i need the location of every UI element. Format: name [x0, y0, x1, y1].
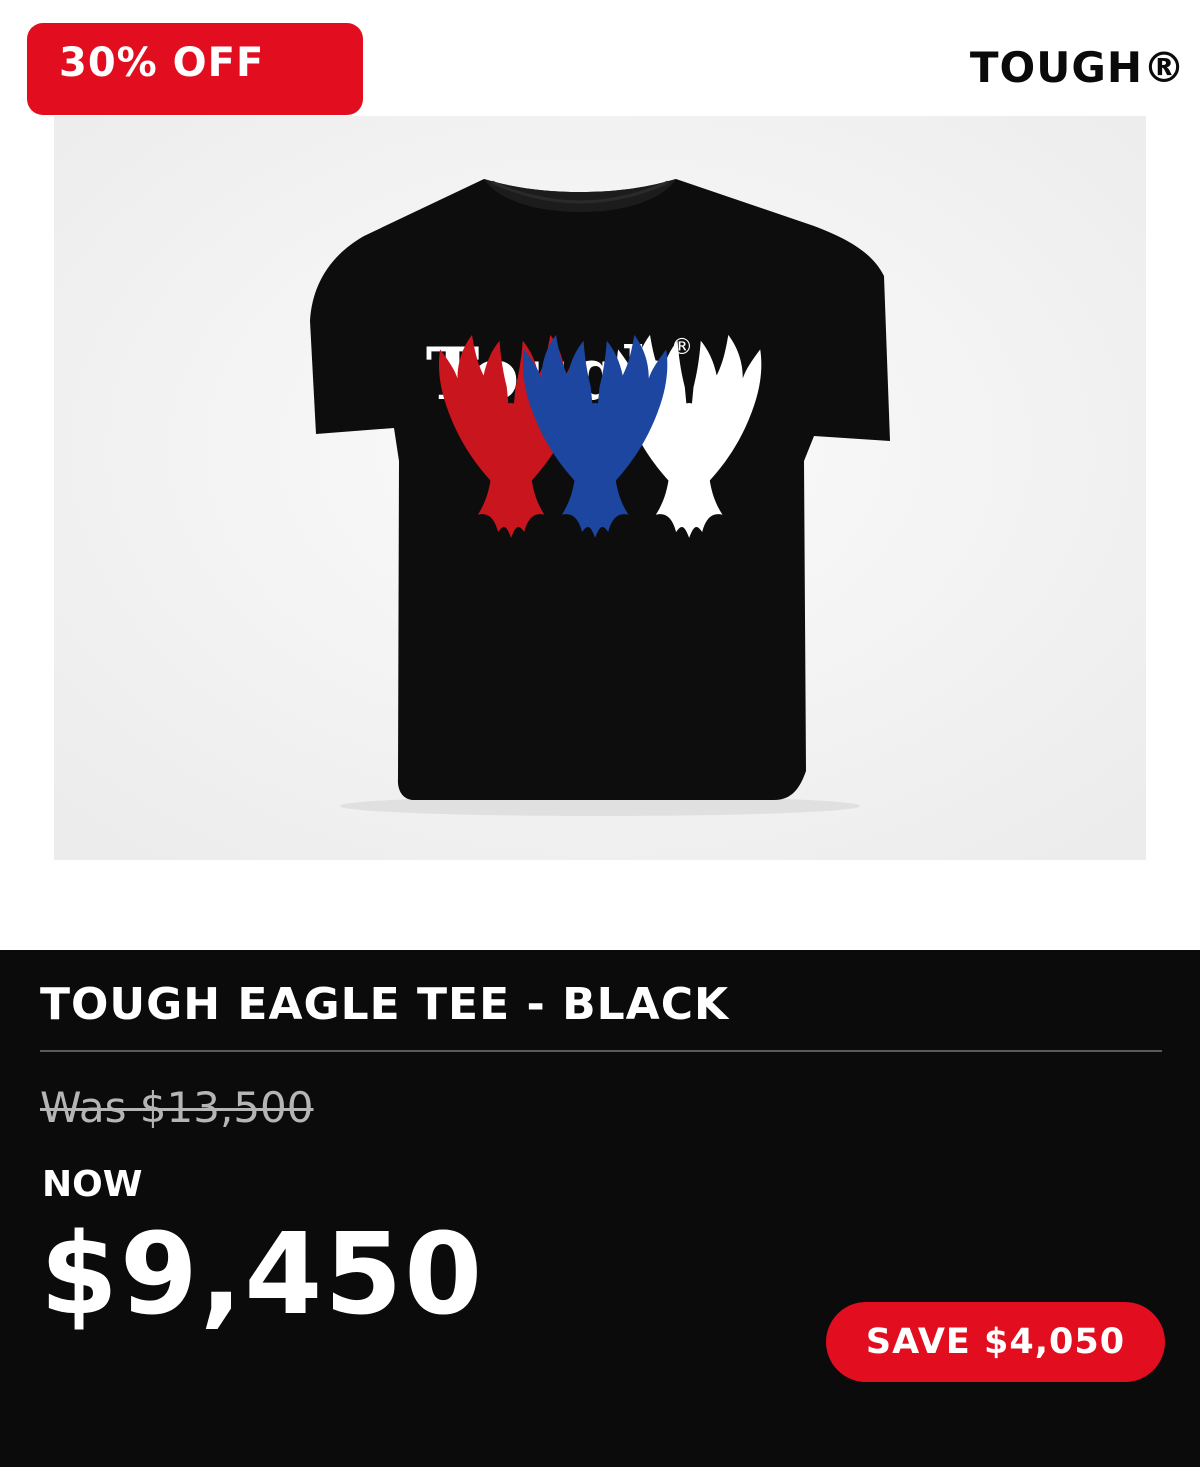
- sale-price: $9,450: [40, 1210, 485, 1340]
- savings-badge: SAVE $4,050: [826, 1302, 1165, 1382]
- divider: [40, 1050, 1162, 1052]
- product-info-panel: TOUGH EAGLE TEE - BLACK Was $13,500 NOW …: [0, 950, 1200, 1467]
- product-hero: 30% OFF TOUGH® ®: [0, 0, 1200, 950]
- now-label: NOW: [42, 1164, 143, 1205]
- brand-logo[interactable]: TOUGH®: [970, 44, 1186, 92]
- discount-badge: 30% OFF: [27, 23, 363, 115]
- product-photo[interactable]: Tough ®: [54, 116, 1146, 860]
- original-price: Was $13,500: [40, 1083, 314, 1132]
- product-title: TOUGH EAGLE TEE - BLACK: [40, 979, 730, 1030]
